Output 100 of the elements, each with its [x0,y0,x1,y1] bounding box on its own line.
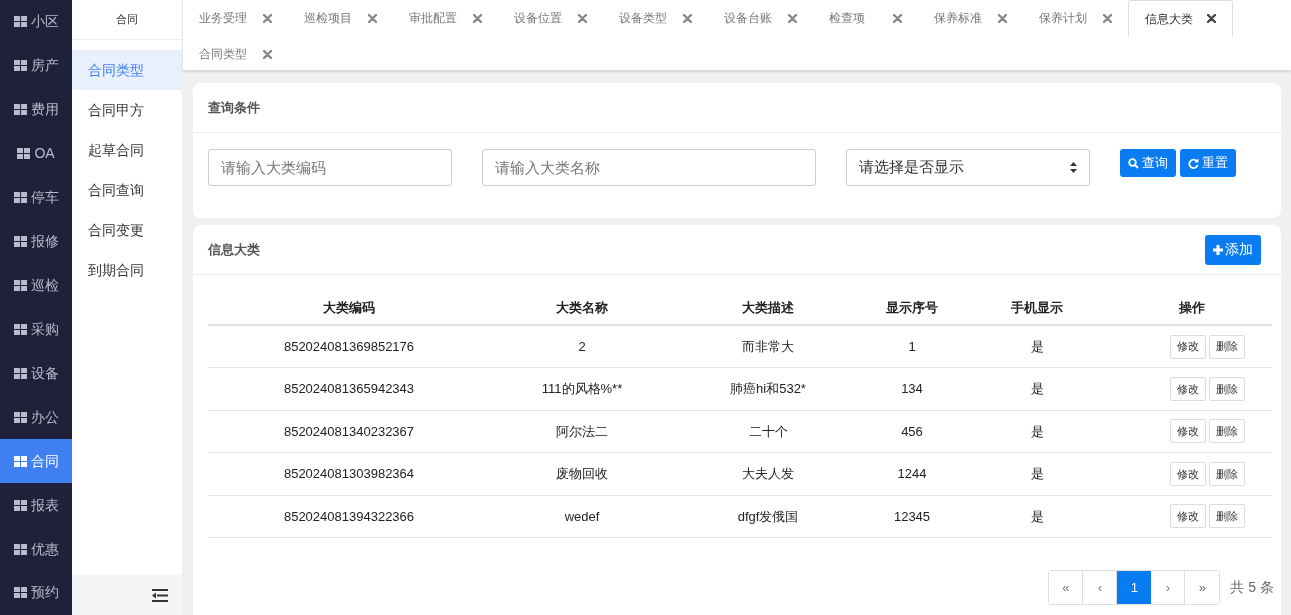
add-button[interactable]: 添加 [1205,234,1261,265]
column-header: 显示序号 [862,291,962,325]
nav-item[interactable]: 办公 [0,395,72,440]
sort-caret-icon [1070,162,1077,173]
nav-item[interactable]: 巡检 [0,263,72,308]
nav-item[interactable]: 小区 [0,0,72,44]
page-button[interactable]: 1 [1117,571,1152,604]
edit-button[interactable]: 修改 [1169,334,1206,359]
search-icon [1128,157,1139,169]
nav-item[interactable]: 预约 [0,571,72,615]
input-field[interactable]: 请输入大类名称 [482,149,816,186]
submenu-item[interactable]: 到期合同 [72,250,182,290]
tab[interactable]: 信息大类 [1128,0,1233,36]
table-cell: 456 [862,410,962,453]
grid-icon [13,60,27,72]
table-cell: 852024081303982364 [208,452,490,495]
tab[interactable]: 保养计划 [1023,0,1128,36]
tab[interactable]: 合同类型 [183,36,288,72]
table-cell: 12345 [862,495,962,538]
tab[interactable]: 审批配置 [393,0,498,36]
close-icon[interactable] [1207,14,1216,23]
select-field[interactable]: 请选择是否显示 [846,149,1090,186]
table-cell: 1244 [862,452,962,495]
delete-button[interactable]: 删除 [1208,504,1245,529]
collapse-menu-icon[interactable] [152,588,168,602]
column-header: 大类名称 [490,291,674,325]
table-cell: 大夫人发 [674,452,862,495]
tab[interactable]: 巡检项目 [288,0,393,36]
nav-item[interactable]: OA [0,131,72,176]
edit-button[interactable]: 修改 [1169,376,1206,401]
nav-item[interactable]: 报表 [0,483,72,528]
total-count: 共 5 条 [1230,578,1274,597]
panel-title: 查询条件 [208,98,260,117]
tab[interactable]: 保养标准 [918,0,1023,36]
edit-button[interactable]: 修改 [1169,461,1206,486]
grid-icon [13,16,27,28]
panel-title: 信息大类 [208,240,260,259]
table-cell: 是 [962,325,1112,368]
table-cell: 852024081365942343 [208,367,490,410]
grid-icon [13,280,27,291]
edit-button[interactable]: 修改 [1169,504,1206,529]
tab[interactable]: 设备位置 [498,0,603,36]
table-cell: 肺癌hi和532* [674,367,862,410]
nav-item[interactable]: 合同 [0,439,72,484]
refresh-icon [1188,157,1199,169]
grid-icon [13,236,27,248]
grid-icon [13,455,27,467]
table-cell: 是 [962,452,1112,495]
page-button[interactable]: « [1049,571,1084,604]
table-cell: 852024081340232367 [208,410,490,453]
table-cell: 1 [862,325,962,368]
edit-button[interactable]: 修改 [1169,419,1206,444]
submenu-item[interactable]: 合同查询 [72,170,182,210]
reset-button[interactable]: 重置 [1180,149,1236,177]
grid-icon [13,323,27,335]
nav-item[interactable]: 采购 [0,307,72,352]
table-cell: 是 [962,367,1112,410]
submenu-item[interactable]: 合同变更 [72,210,182,250]
grid-icon [13,543,27,555]
table-cell: 852024081394322366 [208,495,490,538]
nav-item[interactable]: 优惠 [0,527,72,571]
plus-icon [1213,244,1223,255]
grid-icon [13,192,27,204]
submenu-item[interactable]: 起草合同 [72,130,182,170]
table-cell: 二十个 [674,410,862,453]
input-field[interactable]: 请输入大类编码 [208,149,452,186]
grid-icon [13,104,27,116]
nav-item[interactable]: 房产 [0,43,72,88]
grid-icon [13,367,27,379]
tab[interactable]: 设备类型 [603,0,708,36]
delete-button[interactable]: 删除 [1208,419,1245,444]
submenu-item[interactable]: 合同甲方 [72,90,182,130]
table-cell: 废物回收 [490,452,674,495]
column-header: 操作 [1112,291,1272,325]
grid-icon [13,411,27,423]
table-cell: dfgf发俄国 [674,495,862,538]
table-cell: 111的风格%** [490,367,674,410]
delete-button[interactable]: 删除 [1208,461,1245,486]
table-cell: 2 [490,325,674,368]
delete-button[interactable]: 删除 [1208,376,1245,401]
nav-item[interactable]: 报修 [0,219,72,264]
tab[interactable]: 设备台账 [708,0,813,36]
tab[interactable]: 检查项 [813,0,918,36]
nav-item[interactable]: 费用 [0,87,72,132]
delete-button[interactable]: 删除 [1208,334,1245,359]
nav-item[interactable]: 停车 [0,175,72,220]
table-cell: 阿尔法二 [490,410,674,453]
table-cell: 而非常大 [674,325,862,368]
grid-icon [17,148,31,160]
table-cell: 是 [962,495,1112,538]
column-header: 大类描述 [674,291,862,325]
column-header: 大类编码 [208,291,490,325]
grid-icon [13,499,27,511]
tab[interactable]: 业务受理 [183,0,288,36]
nav-item[interactable]: 设备 [0,351,72,396]
table-cell: 134 [862,367,962,410]
column-header: 手机显示 [962,291,1112,325]
search-button[interactable]: 查询 [1120,149,1176,177]
table-cell: 是 [962,410,1112,453]
submenu-title: 合同 [72,0,182,40]
